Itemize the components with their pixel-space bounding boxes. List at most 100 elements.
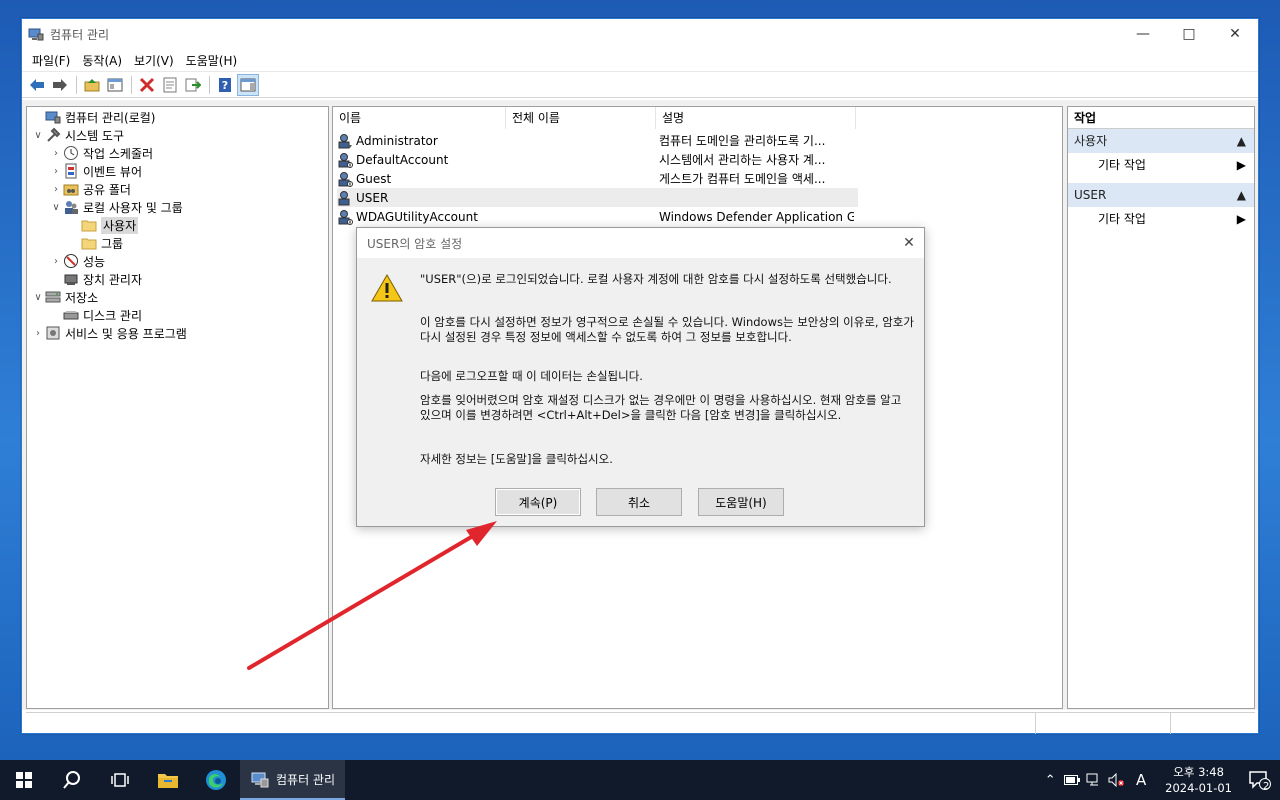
back-button[interactable]	[26, 74, 48, 96]
column-header-name[interactable]: 이름	[333, 107, 506, 129]
expand-chevron-icon[interactable]: ›	[49, 184, 63, 195]
user-description: Windows Defender Application G...	[659, 209, 854, 224]
start-button[interactable]	[0, 760, 48, 800]
toolbar: ?	[22, 71, 1258, 98]
menu-action[interactable]: 동작(A)	[76, 52, 128, 69]
edge-browser-button[interactable]	[192, 760, 240, 800]
list-item[interactable]: WDAGUtilityAccount Windows Defender Appl…	[337, 207, 858, 226]
action-section-user[interactable]: USER ▲	[1068, 183, 1254, 207]
tree-label: 이벤트 뷰어	[83, 164, 143, 179]
tree-item-shared-folders[interactable]: › 공유 폴더	[49, 180, 131, 198]
tree-label: 디스크 관리	[83, 308, 143, 323]
show-hidden-icons-chevron-icon[interactable]: ⌃	[1039, 773, 1061, 788]
export-icon	[185, 78, 201, 91]
tree-item-storage[interactable]: ∨ 저장소	[31, 288, 98, 306]
continue-button[interactable]: 계속(P)	[495, 488, 581, 516]
tree-item-disk-management[interactable]: 디스크 관리	[49, 306, 142, 324]
collapse-triangle-icon: ▲	[1236, 134, 1246, 148]
close-button[interactable]: ✕	[1212, 19, 1258, 49]
battery-icon[interactable]	[1061, 775, 1083, 785]
up-folder-button[interactable]	[81, 74, 103, 96]
menu-file[interactable]: 파일(F)	[26, 52, 76, 69]
users-groups-icon	[65, 201, 78, 214]
action-pane-icon	[240, 78, 256, 91]
tree-item-event-viewer[interactable]: › 이벤트 뷰어	[49, 162, 142, 180]
console-tree-icon	[107, 78, 123, 91]
collapse-chevron-icon[interactable]: ∨	[31, 130, 45, 141]
help-dialog-button[interactable]: 도움말(H)	[698, 488, 784, 516]
expand-chevron-icon[interactable]: ›	[49, 148, 63, 159]
user-name: WDAGUtilityAccount	[356, 209, 478, 224]
battery-shape	[1064, 775, 1081, 785]
tree-item-groups[interactable]: 그룹	[67, 234, 123, 252]
action-pane: 작업 사용자 ▲ 기타 작업 ▶ USER ▲ 기타 작업 ▶	[1067, 106, 1255, 709]
action-more-actions[interactable]: 기타 작업 ▶	[1068, 153, 1254, 177]
taskbar-app-computer-management[interactable]: 컴퓨터 관리	[240, 760, 346, 800]
dialog-message-5: 자세한 정보는 [도움말]을 클릭하십시오.	[420, 452, 613, 466]
tree-item-task-scheduler[interactable]: › 작업 스케줄러	[49, 144, 153, 162]
maximize-button[interactable]: □	[1166, 19, 1212, 49]
computer-management-icon	[45, 111, 61, 124]
minimize-button[interactable]: —	[1120, 19, 1166, 49]
windows-logo-icon	[16, 772, 32, 788]
cancel-button[interactable]: 취소	[596, 488, 682, 516]
action-more-actions[interactable]: 기타 작업 ▶	[1068, 207, 1254, 231]
column-header-full-name[interactable]: 전체 이름	[506, 107, 656, 129]
event-viewer-icon	[65, 163, 77, 179]
dialog-close-button[interactable]: ✕	[894, 228, 924, 258]
tree-item-performance[interactable]: › 성능	[49, 252, 105, 270]
column-header-description[interactable]: 설명	[656, 107, 856, 129]
export-list-button[interactable]	[182, 74, 204, 96]
collapse-chevron-icon[interactable]: ∨	[31, 292, 45, 303]
show-action-pane-button[interactable]	[237, 73, 259, 96]
notification-count-badge: 2	[1263, 781, 1270, 792]
shared-folder-icon	[63, 184, 79, 196]
action-section-users[interactable]: 사용자 ▲	[1068, 129, 1254, 153]
task-view-button[interactable]	[96, 760, 144, 800]
services-icon	[46, 326, 60, 340]
help-button[interactable]: ?	[214, 74, 236, 96]
computer-management-icon	[28, 28, 44, 41]
properties-button[interactable]	[159, 74, 181, 96]
clock[interactable]: 오후 3:48 2024-01-01	[1165, 764, 1232, 796]
dialog-message-3: 다음에 로그오프할 때 이 데이터는 손실됩니다.	[420, 369, 643, 383]
storage-icon	[45, 291, 61, 303]
expand-chevron-icon[interactable]: ›	[49, 166, 63, 177]
list-item[interactable]: Administrator 컴퓨터 도메인을 관리하도록 기...	[337, 131, 858, 150]
input-method-indicator[interactable]: A	[1127, 771, 1155, 789]
title-bar[interactable]: 컴퓨터 관리 — □ ✕	[22, 19, 1258, 49]
tree-item-root[interactable]: 컴퓨터 관리(로컬)	[31, 108, 155, 126]
file-explorer-button[interactable]	[144, 760, 192, 800]
user-disabled-icon	[338, 209, 353, 225]
menu-bar: 파일(F) 동작(A) 보기(V) 도움말(H)	[22, 49, 1258, 71]
dialog-title-bar[interactable]: USER의 암호 설정 ✕	[357, 228, 924, 258]
expand-chevron-icon[interactable]: ›	[31, 328, 45, 339]
tree-label: 장치 관리자	[83, 272, 143, 287]
volume-muted-icon[interactable]	[1105, 773, 1127, 787]
tree-item-services-apps[interactable]: › 서비스 및 응용 프로그램	[31, 324, 187, 342]
tree-item-device-manager[interactable]: 장치 관리자	[49, 270, 142, 288]
menu-view[interactable]: 보기(V)	[128, 52, 180, 69]
list-item[interactable]: DefaultAccount 시스템에서 관리하는 사용자 계...	[337, 150, 858, 169]
tree-item-users[interactable]: 사용자	[67, 216, 139, 234]
list-item-selected[interactable]: USER	[337, 188, 858, 207]
expand-chevron-icon[interactable]: ›	[49, 256, 63, 267]
network-icon[interactable]	[1083, 773, 1105, 787]
svg-text:?: ?	[222, 79, 228, 92]
window-title: 컴퓨터 관리	[50, 27, 110, 42]
forward-button[interactable]	[49, 74, 71, 96]
tree-label: 로컬 사용자 및 그룹	[83, 200, 183, 215]
tree-item-local-users-groups[interactable]: ∨ 로컬 사용자 및 그룹	[49, 198, 183, 216]
list-item[interactable]: Guest 게스트가 컴퓨터 도메인을 액세...	[337, 169, 858, 188]
tree-item-system-tools[interactable]: ∨ 시스템 도구	[31, 126, 124, 144]
show-hide-tree-button[interactable]	[104, 74, 126, 96]
notification-center-button[interactable]: 2	[1240, 770, 1280, 792]
submenu-arrow-icon: ▶	[1236, 158, 1246, 172]
search-button[interactable]	[48, 760, 96, 800]
menu-help[interactable]: 도움말(H)	[180, 52, 244, 69]
collapse-chevron-icon[interactable]: ∨	[49, 202, 63, 213]
disk-icon	[63, 311, 79, 320]
task-view-icon	[111, 773, 129, 787]
help-icon: ?	[219, 77, 231, 92]
delete-button[interactable]	[136, 74, 158, 96]
